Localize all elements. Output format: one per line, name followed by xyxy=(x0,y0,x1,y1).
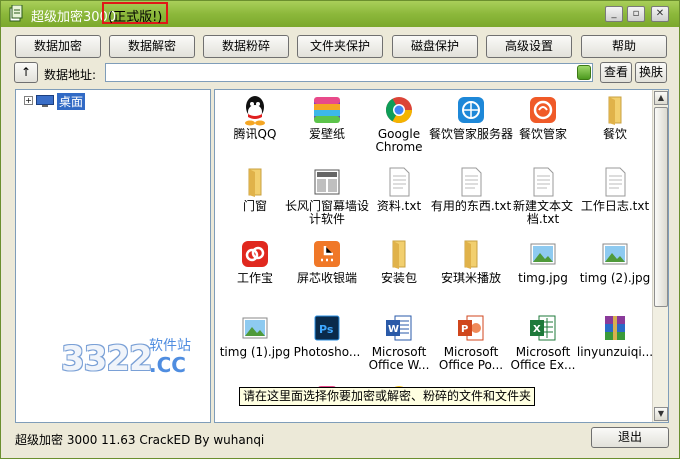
file-item-useful-txt[interactable]: 有用的东西.txt xyxy=(431,164,511,234)
tree-expand-toggle[interactable]: + xyxy=(24,96,33,105)
desktop-icon xyxy=(36,95,54,107)
file-item-excel[interactable]: X Microsoft Office Ex... xyxy=(507,310,579,380)
hint-tooltip: 请在这里面选择你要加密或解密、粉碎的文件和文件夹 xyxy=(239,387,536,406)
server-app-icon xyxy=(458,97,484,123)
powerpoint-icon: P xyxy=(458,315,484,341)
scroll-up-arrow[interactable]: ▲ xyxy=(654,91,668,105)
file-item-menchuang-folder[interactable]: 门窗 xyxy=(219,164,291,234)
svg-text:Ps: Ps xyxy=(319,323,334,336)
file-item-timg-jpg[interactable]: timg.jpg xyxy=(507,236,579,306)
svg-text:P: P xyxy=(461,324,468,335)
work-app-icon xyxy=(242,241,268,267)
folder-icon xyxy=(248,168,262,197)
skin-button[interactable]: 换肤 xyxy=(635,62,667,83)
minimize-button[interactable]: _ xyxy=(605,6,623,22)
file-item-label: 工作日志.txt xyxy=(580,200,650,213)
word-icon: W xyxy=(386,315,412,341)
file-list[interactable]: ▲ ▼ 腾讯QQ 爱壁纸 Google Chrome 餐饮管家服务器 餐饮管家 … xyxy=(214,89,669,423)
folder-protect-button[interactable]: 文件夹保护 xyxy=(297,35,383,58)
main-window: 超级加密3000 (正式版!) _ ▫ ✕ 数据加密 数据解密 数据粉碎 文件夹… xyxy=(0,0,680,459)
file-item-photoshop[interactable]: Ps Photosho... xyxy=(291,310,363,380)
file-item-label: linyunzuiqi... xyxy=(576,346,654,359)
edition-label: (正式版!) xyxy=(102,2,169,25)
restore-button[interactable]: ▫ xyxy=(627,6,645,22)
scroll-down-arrow[interactable]: ▼ xyxy=(654,407,668,421)
image-file-icon xyxy=(530,243,556,265)
image-file-icon xyxy=(602,243,628,265)
file-item-window-software[interactable]: 长风门窗幕墙设计软件 xyxy=(285,164,369,234)
file-item-qq[interactable]: 腾讯QQ xyxy=(219,92,291,162)
cashier-app-icon xyxy=(314,241,340,267)
watermark-tagline: 软件站 xyxy=(149,338,191,354)
status-text: 超级加密 3000 11.63 CrackED By wuhanqi xyxy=(15,433,265,447)
file-item-cashier[interactable]: 屏芯收银端 xyxy=(291,236,363,306)
encrypt-button[interactable]: 数据加密 xyxy=(15,35,101,58)
shred-button[interactable]: 数据粉碎 xyxy=(203,35,289,58)
file-item-ziliao-txt[interactable]: 资料.txt xyxy=(363,164,435,234)
excel-icon: X xyxy=(530,315,556,341)
window-app-icon xyxy=(314,169,340,195)
title-bar[interactable]: 超级加密3000 (正式版!) _ ▫ ✕ xyxy=(1,1,679,27)
view-button[interactable]: 查看 xyxy=(600,62,632,83)
chrome-icon xyxy=(385,97,413,124)
file-item-timg2-jpg[interactable]: timg (2).jpg xyxy=(579,236,651,306)
watermark-domain: .CC xyxy=(149,353,186,377)
text-file-icon xyxy=(533,167,554,197)
file-item-timg1-jpg[interactable]: timg (1).jpg xyxy=(219,310,291,380)
file-item-rar-archive[interactable]: linyunzuiqi... xyxy=(577,310,653,380)
file-item-label: 餐饮 xyxy=(602,128,627,141)
close-button[interactable]: ✕ xyxy=(651,6,669,22)
photoshop-icon: Ps xyxy=(314,315,340,341)
file-item-player-folder[interactable]: 安琪米播放 xyxy=(435,236,507,306)
folder-icon xyxy=(464,240,478,269)
file-item-chrome[interactable]: Google Chrome xyxy=(363,92,435,162)
address-input[interactable] xyxy=(105,63,593,82)
advanced-settings-button[interactable]: 高级设置 xyxy=(486,35,572,58)
file-item-worklog-txt[interactable]: 工作日志.txt xyxy=(579,164,651,234)
file-item-workbao[interactable]: 工作宝 xyxy=(219,236,291,306)
site-watermark: 3322 软件站 .CC xyxy=(61,331,201,391)
folder-icon xyxy=(392,240,406,269)
folder-icon xyxy=(608,96,622,125)
address-go-indicator[interactable] xyxy=(577,65,591,80)
file-item-restaurant[interactable]: 餐饮管家 xyxy=(507,92,579,162)
file-item-word[interactable]: W Microsoft Office W... xyxy=(363,310,435,380)
file-item-server[interactable]: 餐饮管家服务器 xyxy=(429,92,513,162)
restaurant-app-icon xyxy=(530,97,556,123)
text-file-icon xyxy=(389,167,410,197)
watermark-number: 3322 xyxy=(61,339,153,379)
file-item-label: timg (2).jpg xyxy=(579,272,651,285)
wallpaper-app-icon xyxy=(314,97,340,123)
address-label: 数据地址: xyxy=(44,68,97,82)
file-item-canyin-folder[interactable]: 餐饮 xyxy=(579,92,651,162)
file-item-install-folder[interactable]: 安装包 xyxy=(363,236,435,306)
disk-protect-button[interactable]: 磁盘保护 xyxy=(392,35,478,58)
app-icon xyxy=(9,5,23,22)
tree-node-desktop[interactable]: 桌面 xyxy=(57,93,86,110)
decrypt-button[interactable]: 数据解密 xyxy=(109,35,195,58)
file-item-wallpaper[interactable]: 爱壁纸 xyxy=(291,92,363,162)
text-file-icon xyxy=(605,167,626,197)
file-item-new-text-txt[interactable]: 新建文本文档.txt xyxy=(507,164,579,234)
up-folder-button[interactable]: ↑ xyxy=(14,62,38,83)
svg-text:X: X xyxy=(533,324,541,335)
help-button[interactable]: 帮助 xyxy=(581,35,667,58)
winrar-icon xyxy=(605,316,625,340)
text-file-icon xyxy=(461,167,482,197)
exit-button[interactable]: 退出 xyxy=(591,427,669,448)
image-file-icon xyxy=(242,317,268,339)
file-item-powerpoint[interactable]: P Microsoft Office Po... xyxy=(435,310,507,380)
qq-icon xyxy=(245,96,265,126)
svg-text:W: W xyxy=(388,324,399,335)
